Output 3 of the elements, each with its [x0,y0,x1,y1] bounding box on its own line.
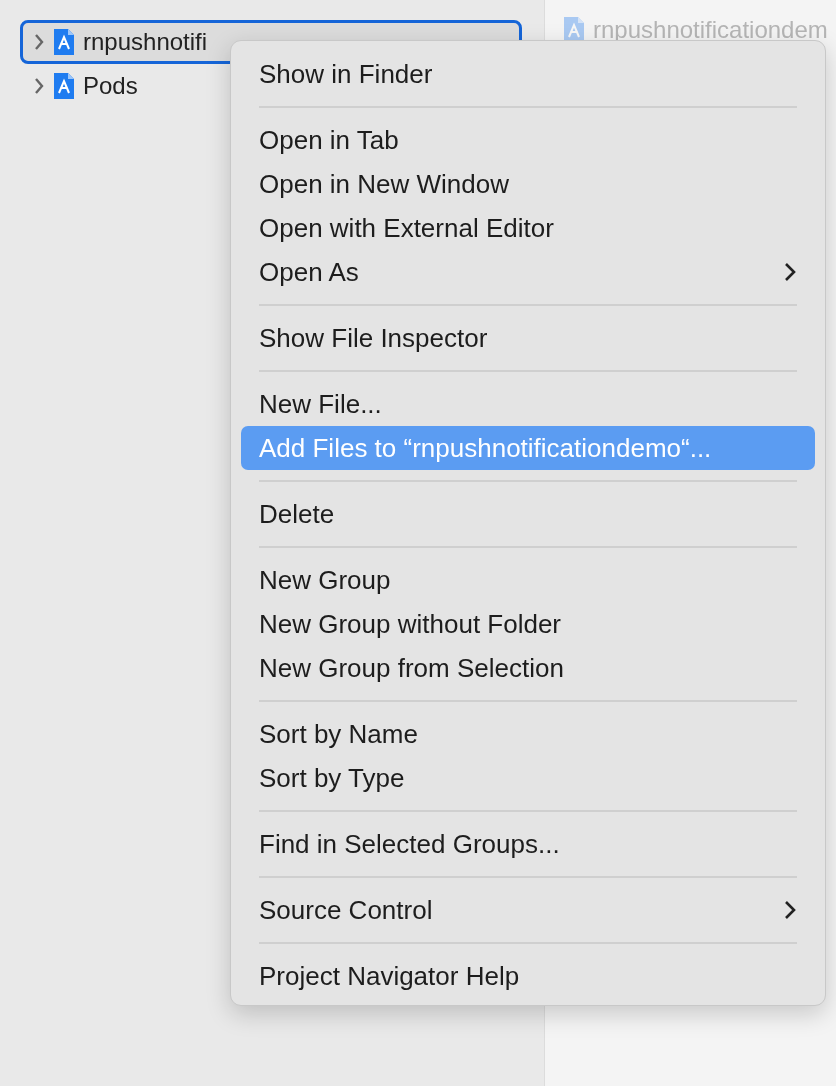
tree-label: rnpushnotifi [83,27,208,57]
editor-title: rnpushnotificationdem [593,15,828,45]
tree-label: Pods [83,71,138,101]
